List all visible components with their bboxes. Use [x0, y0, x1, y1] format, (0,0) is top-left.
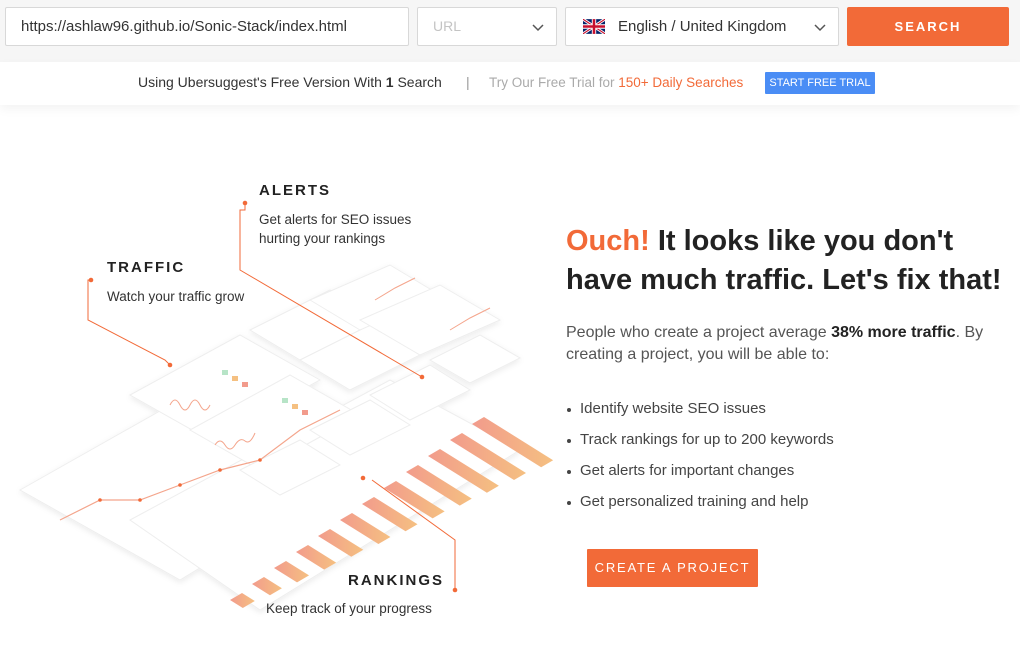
url-input[interactable]: https://ashlaw96.github.io/Sonic-Stack/i… [5, 7, 409, 46]
list-item: Get personalized training and help [566, 491, 834, 522]
alerts-title: ALERTS [259, 182, 331, 199]
chevron-down-icon [532, 24, 544, 32]
benefits-list: Identify website SEO issues Track rankin… [566, 398, 834, 522]
list-item: Identify website SEO issues [566, 398, 834, 429]
list-item: Track rankings for up to 200 keywords [566, 429, 834, 460]
alerts-description: Get alerts for SEO issues hurting your r… [259, 212, 412, 246]
bullet-icon [567, 408, 571, 412]
free-version-text: Using Ubersuggest's Free Version With 1 … [138, 74, 442, 90]
page-headline: Ouch! It looks like you don't have much … [566, 225, 1002, 296]
search-type-select[interactable]: URL [417, 7, 557, 46]
search-button[interactable]: SEARCH [847, 7, 1009, 46]
trial-text: Try Our Free Trial for 150+ Daily Search… [489, 75, 744, 90]
uk-flag-icon [583, 19, 605, 34]
search-type-placeholder: URL [433, 18, 462, 34]
search-bar: https://ashlaw96.github.io/Sonic-Stack/i… [0, 0, 1020, 62]
bullet-icon [567, 470, 571, 474]
bullet-icon [567, 501, 571, 505]
free-version-banner: Using Ubersuggest's Free Version With 1 … [0, 62, 1020, 105]
project-description: People who create a project average 38% … [566, 324, 984, 363]
create-project-button[interactable]: CREATE A PROJECT [587, 549, 758, 587]
chevron-down-icon [814, 24, 826, 32]
banner-separator: | [466, 74, 470, 90]
language-select[interactable]: English / United Kingdom [565, 7, 839, 46]
traffic-title: TRAFFIC [107, 259, 186, 276]
start-free-trial-button[interactable]: START FREE TRIAL [765, 72, 875, 94]
list-item: Get alerts for important changes [566, 460, 834, 491]
language-label: English / United Kingdom [618, 18, 787, 35]
traffic-description: Watch your traffic grow [107, 289, 245, 304]
rankings-description: Keep track of your progress [266, 601, 432, 616]
rankings-title: RANKINGS [348, 572, 445, 589]
bullet-icon [567, 439, 571, 443]
